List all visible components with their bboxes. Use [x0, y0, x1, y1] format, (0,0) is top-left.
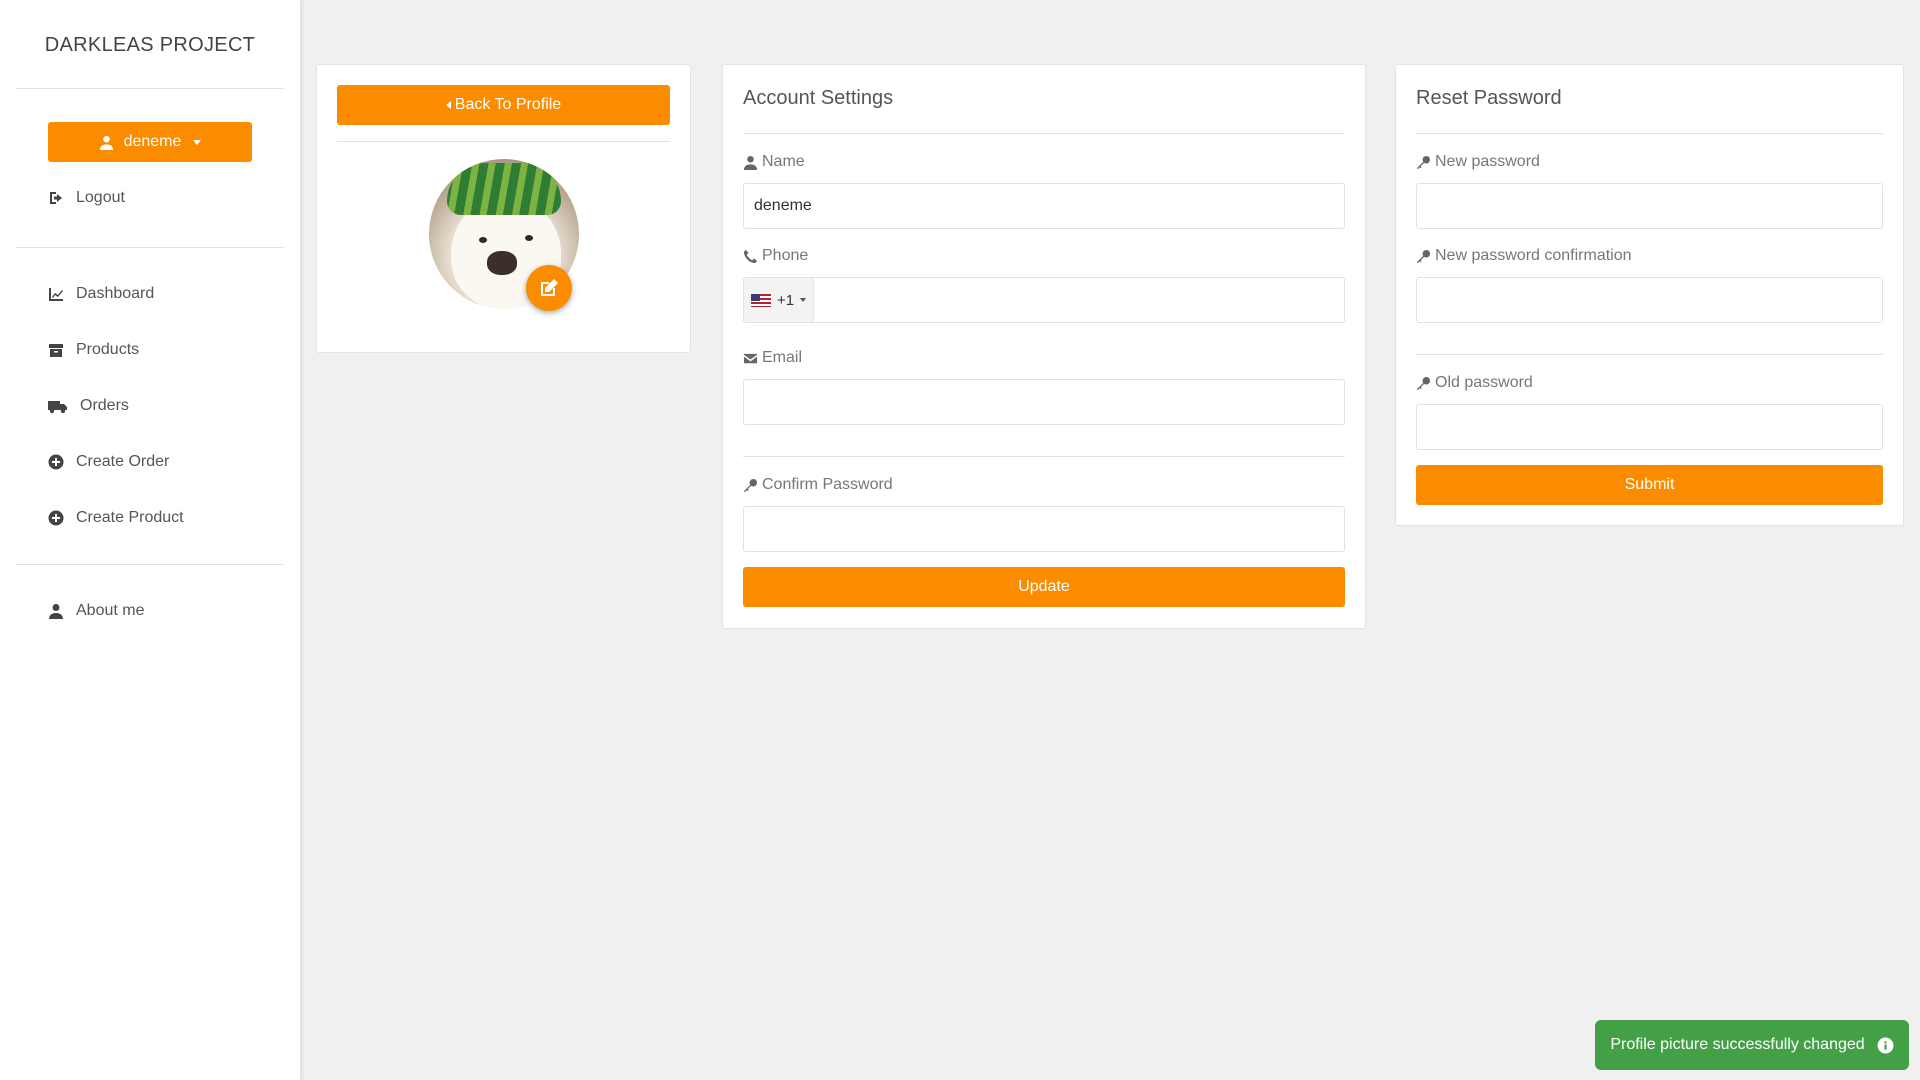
user-menu-button[interactable]: deneme [48, 122, 252, 162]
truck-icon [48, 398, 68, 414]
avatar-nose [487, 251, 517, 275]
email-label-text: Email [762, 349, 803, 366]
sign-out-icon [48, 190, 64, 206]
sidebar: DARKLEAS PROJECT deneme Logout Dashboard… [0, 0, 300, 1080]
old-password-label-text: Old password [1435, 374, 1533, 391]
chart-icon [48, 286, 64, 302]
sidebar-item-label: Orders [80, 397, 129, 414]
sidebar-item-create-order[interactable]: Create Order [0, 434, 300, 490]
account-settings-title: Account Settings [743, 87, 894, 109]
reset-password-card: Reset Password New password New password… [1395, 64, 1904, 526]
sidebar-item-label: Create Product [76, 509, 184, 526]
new-password-confirmation-label-text: New password confirmation [1435, 247, 1632, 264]
key-icon [1416, 155, 1431, 169]
new-password-label: New password [1416, 153, 1540, 171]
confirm-password-input[interactable] [743, 506, 1345, 552]
sidebar-item-label: About me [76, 602, 145, 619]
sidebar-item-label: Dashboard [76, 285, 155, 302]
reset-password-title: Reset Password [1416, 87, 1562, 109]
avatar-hat [447, 163, 561, 215]
key-icon [1416, 249, 1431, 263]
edit-avatar-button[interactable] [526, 265, 572, 311]
logout-label: Logout [76, 189, 125, 206]
phone-input[interactable]: +1 [743, 277, 1345, 323]
submit-button[interactable]: Submit [1416, 465, 1883, 505]
brand-title: DARKLEAS PROJECT [44, 34, 256, 56]
new-password-input[interactable] [1416, 183, 1883, 229]
name-label: Name [743, 153, 805, 171]
confirm-password-label-text: Confirm Password [762, 476, 893, 493]
update-button[interactable]: Update [743, 567, 1345, 607]
edit-icon [541, 279, 558, 296]
key-icon [743, 478, 758, 492]
user-icon [48, 603, 64, 619]
back-to-profile-button[interactable]: Back To Profile [337, 85, 670, 125]
phone-label: Phone [743, 247, 808, 265]
section-divider [743, 456, 1345, 457]
avatar-eye [479, 237, 487, 243]
sidebar-divider [16, 564, 284, 565]
avatar-eye [525, 235, 533, 241]
profile-picture-card: Back To Profile [316, 64, 691, 353]
user-icon [99, 135, 113, 150]
card-divider [337, 141, 670, 142]
plus-circle-icon [48, 510, 64, 526]
sidebar-item-orders[interactable]: Orders [0, 378, 300, 434]
envelope-icon [743, 353, 758, 363]
old-password-label: Old password [1416, 374, 1533, 392]
sidebar-divider [16, 247, 284, 248]
name-label-text: Name [762, 153, 805, 170]
sidebar-item-create-product[interactable]: Create Product [0, 490, 300, 546]
section-divider [1416, 354, 1883, 355]
email-input[interactable] [743, 379, 1345, 425]
logout-link[interactable]: Logout [0, 170, 300, 226]
us-flag-icon [750, 293, 771, 307]
archive-icon [48, 342, 64, 358]
plus-circle-icon [48, 454, 64, 470]
name-input[interactable]: deneme [743, 183, 1345, 229]
old-password-input[interactable] [1416, 404, 1883, 450]
success-toast[interactable]: Profile picture successfully changed [1595, 1020, 1909, 1070]
country-code-value: +1 [776, 291, 795, 309]
country-code-select[interactable]: +1 [744, 278, 814, 322]
card-divider [743, 133, 1345, 134]
new-password-label-text: New password [1435, 153, 1540, 170]
back-to-profile-label: Back To Profile [454, 96, 562, 113]
confirm-password-label: Confirm Password [743, 476, 893, 494]
toast-message: Profile picture successfully changed [1610, 1036, 1865, 1053]
email-label: Email [743, 349, 802, 367]
chevron-down-icon [800, 298, 807, 302]
user-icon [743, 155, 758, 170]
key-icon [1416, 376, 1431, 390]
sidebar-divider [16, 88, 284, 89]
new-password-confirmation-label: New password confirmation [1416, 247, 1632, 265]
sidebar-item-products[interactable]: Products [0, 322, 300, 378]
card-divider [1416, 133, 1883, 134]
new-password-confirmation-input[interactable] [1416, 277, 1883, 323]
sidebar-item-dashboard[interactable]: Dashboard [0, 266, 300, 322]
sidebar-item-about[interactable]: About me [0, 583, 300, 639]
chevron-down-icon [193, 139, 202, 145]
phone-icon [743, 249, 758, 263]
sidebar-item-label: Create Order [76, 453, 170, 470]
account-settings-card: Account Settings Name deneme Phone +1 Em… [722, 64, 1366, 629]
user-menu-label: deneme [123, 133, 182, 150]
info-icon [1877, 1037, 1894, 1053]
caret-left-icon [445, 101, 451, 109]
sidebar-item-label: Products [76, 341, 140, 358]
phone-label-text: Phone [762, 247, 809, 264]
